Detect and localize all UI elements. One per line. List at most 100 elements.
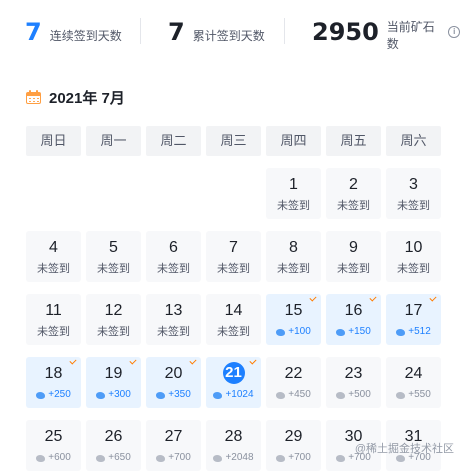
calendar-day-cell[interactable]: 9 未签到 [326,231,381,282]
calendar-day-cell[interactable]: 26 +650 [86,420,141,471]
watermark: @稀土掘金技术社区 [354,443,454,455]
checkmark-icon [249,357,257,365]
calendar-day-cell[interactable]: 19 +300 [86,357,141,408]
reward-amount: +650 [108,452,131,463]
ore-icon [36,454,46,462]
day-number: 23 [344,365,363,382]
weekday-label: 周三 [206,126,261,156]
sign-status: 未签到 [277,263,310,275]
calendar-day-cell[interactable]: 12 未签到 [86,294,141,345]
calendar-day-cell[interactable]: 24 +550 [386,357,441,408]
ore-reward: +1024 [206,388,261,402]
reward-amount: +150 [348,326,371,337]
ore-reward: +650 [86,451,141,465]
calendar-day-cell[interactable]: 6 未签到 [146,231,201,282]
day-number: 28 [224,428,243,445]
calendar-day-cell[interactable]: 4 未签到 [26,231,81,282]
sign-status: 未签到 [97,263,130,275]
ore-icon [336,391,346,399]
calendar-day-cell[interactable]: 17 +512 [386,294,441,345]
reward-amount: +512 [408,326,431,337]
day-number: 27 [164,428,183,445]
calendar-day-cell[interactable]: 29 +700 [266,420,321,471]
day-number: 2 [349,176,358,193]
calendar-icon [26,90,41,104]
ore-reward: +550 [386,388,441,402]
day-number: 18 [44,365,63,382]
ore-reward: +700 [146,451,201,465]
calendar-day-cell[interactable]: 18 +250 [26,357,81,408]
reward-amount: +550 [408,389,431,400]
ore-reward: +600 [26,451,81,465]
day-number: 19 [104,365,123,382]
reward-amount: +600 [48,452,71,463]
calendar-day-cell[interactable]: 3 未签到 [386,168,441,219]
day-number: 15 [284,302,303,319]
total-days-value: 7 [168,18,185,46]
calendar-day-cell[interactable]: 11 未签到 [26,294,81,345]
ore-reward: +300 [86,388,141,402]
ore-icon [96,391,106,399]
day-number: 20 [164,365,183,382]
reward-amount: +350 [168,389,191,400]
reward-amount: +2048 [225,452,254,463]
calendar-day-cell[interactable]: 21 +1024 [206,357,261,408]
weekday-label: 周四 [266,126,321,156]
day-number: 3 [409,176,418,193]
stats-divider [140,18,141,44]
day-number: 9 [349,239,358,256]
info-icon[interactable]: i [448,26,460,38]
calendar-day-cell[interactable]: 14 未签到 [206,294,261,345]
sign-in-stats: 7 连续签到天数 7 累计签到天数 2950 当前矿石数 i [0,0,460,64]
calendar-day-cell[interactable]: 2 未签到 [326,168,381,219]
calendar-day-cell[interactable]: 20 +350 [146,357,201,408]
calendar-day-cell[interactable]: 27 +700 [146,420,201,471]
ore-count-value: 2950 [312,18,379,46]
calendar-day-cell[interactable]: 5 未签到 [86,231,141,282]
calendar-day-cell[interactable]: 1 未签到 [266,168,321,219]
reward-amount: +250 [48,389,71,400]
day-number: 16 [344,302,363,319]
streak-stat: 7 连续签到天数 [25,14,122,50]
total-stat: 7 累计签到天数 [168,14,265,50]
sign-status: 未签到 [217,326,250,338]
sign-status: 未签到 [217,263,250,275]
calendar-day-cell[interactable]: 16 +150 [326,294,381,345]
day-number: 7 [229,239,238,256]
ore-reward: +500 [326,388,381,402]
calendar-day-cell[interactable]: 23 +500 [326,357,381,408]
calendar-day-cell[interactable]: 25 +600 [26,420,81,471]
reward-amount: +450 [288,389,311,400]
ore-icon [276,328,286,336]
day-number: 11 [45,302,62,319]
day-number: 29 [284,428,303,445]
day-number: 1 [289,176,298,193]
month-title: 2021年 7月 [49,89,125,107]
calendar-day-cell[interactable]: 22 +450 [266,357,321,408]
ore-reward: +100 [266,325,321,339]
calendar-day-cell[interactable]: 8 未签到 [266,231,321,282]
ore-icon [156,391,166,399]
day-number: 22 [284,365,303,382]
ore-count-label: 当前矿石数 [386,20,435,51]
total-days-label: 累计签到天数 [192,28,265,43]
day-number: 5 [109,239,118,256]
calendar-day-cell[interactable]: 13 未签到 [146,294,201,345]
day-number: 12 [104,302,123,319]
sign-status: 未签到 [397,263,430,275]
calendar-day-cell[interactable]: 10 未签到 [386,231,441,282]
day-number: 24 [404,365,423,382]
day-number: 6 [169,239,178,256]
calendar-day-cell[interactable]: 28 +2048 [206,420,261,471]
reward-amount: +700 [288,452,311,463]
sign-status: 未签到 [157,326,190,338]
ore-icon [213,391,223,399]
sign-status: 未签到 [277,200,310,212]
sign-status: 未签到 [157,263,190,275]
weekday-label: 周日 [26,126,81,156]
calendar-day-cell[interactable]: 15 +100 [266,294,321,345]
sign-status: 未签到 [337,263,370,275]
calendar-day-cell[interactable]: 7 未签到 [206,231,261,282]
ore-icon [336,328,346,336]
streak-days-value: 7 [25,18,42,46]
